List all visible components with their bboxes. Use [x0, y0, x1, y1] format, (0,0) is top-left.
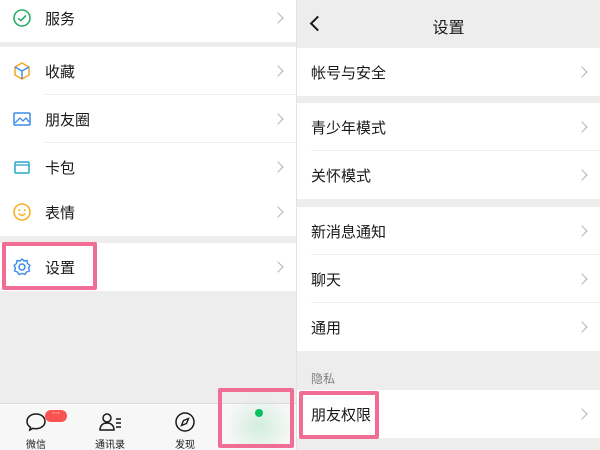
- card-pack-icon: [14, 161, 30, 174]
- moments-icon: [13, 112, 31, 126]
- settings-highlight-box: [2, 242, 97, 290]
- settings-item-general[interactable]: 通用: [297, 303, 600, 351]
- chevron-right-icon: [576, 66, 588, 78]
- settings-item-label: 通用: [311, 318, 342, 337]
- settings-item-label: 关怀模式: [311, 166, 372, 185]
- chevron-right-icon: [576, 121, 588, 133]
- menu-item-card-pack[interactable]: 卡包: [0, 143, 296, 191]
- contacts-icon: [99, 413, 121, 431]
- settings-item-chat[interactable]: 聊天: [297, 255, 600, 303]
- chevron-right-icon: [272, 161, 284, 173]
- chevron-right-icon: [576, 169, 588, 181]
- favorites-icon: [14, 62, 30, 80]
- tab-label: 通讯录: [95, 440, 125, 450]
- settings-panel: 设置 帐号与安全 青少年模式 关怀模式 新消息通知 聊天 通用 隐私 朋友权限: [296, 0, 600, 450]
- section-header-privacy: 隐私: [311, 372, 336, 386]
- menu-item-label: 收藏: [45, 62, 76, 81]
- menu-item-label: 朋友圈: [45, 110, 91, 129]
- navigation-bar: 设置: [297, 0, 600, 48]
- service-icon: [13, 9, 31, 27]
- menu-item-sticker[interactable]: 表情: [0, 188, 296, 236]
- chevron-right-icon: [576, 225, 588, 237]
- menu-item-favorites[interactable]: 收藏: [0, 47, 296, 95]
- sticker-icon: [13, 203, 31, 221]
- me-tab-highlight-box: [218, 388, 294, 448]
- friend-permissions-highlight-box: [299, 391, 379, 439]
- settings-item-care-mode[interactable]: 关怀模式: [297, 151, 600, 199]
- settings-item-teen-mode[interactable]: 青少年模式: [297, 103, 600, 151]
- chevron-right-icon: [576, 273, 588, 285]
- menu-item-label: 表情: [45, 203, 76, 222]
- chevron-right-icon: [272, 12, 284, 24]
- chevron-right-icon: [576, 408, 588, 420]
- unread-badge: ···: [45, 410, 67, 422]
- settings-item-label: 帐号与安全: [311, 63, 387, 82]
- chevron-right-icon: [576, 321, 588, 333]
- settings-item-label: 聊天: [311, 270, 342, 289]
- settings-item-notifications[interactable]: 新消息通知: [297, 207, 600, 255]
- tab-label: 发现: [175, 440, 195, 450]
- tab-label: 微信: [26, 440, 46, 450]
- menu-item-label: 服务: [45, 9, 76, 28]
- settings-item-label: 新消息通知: [311, 222, 387, 241]
- chevron-right-icon: [272, 206, 284, 218]
- chevron-right-icon: [272, 113, 284, 125]
- menu-item-label: 卡包: [45, 158, 76, 177]
- tab-discover[interactable]: 发现: [155, 404, 215, 450]
- settings-item-account-security[interactable]: 帐号与安全: [297, 48, 600, 96]
- chevron-right-icon: [272, 65, 284, 77]
- discover-icon: [175, 412, 195, 432]
- settings-item-label: 青少年模式: [311, 118, 387, 137]
- page-title: 设置: [432, 18, 465, 37]
- menu-item-service[interactable]: 服务: [0, 0, 296, 42]
- menu-item-moments[interactable]: 朋友圈: [0, 95, 296, 143]
- tab-contacts[interactable]: 通讯录: [80, 404, 140, 450]
- discover-panel: 服务 收藏 朋友圈 卡包 表情 设置 微信 通讯录 发现 ···: [0, 0, 296, 450]
- chevron-right-icon: [272, 261, 284, 273]
